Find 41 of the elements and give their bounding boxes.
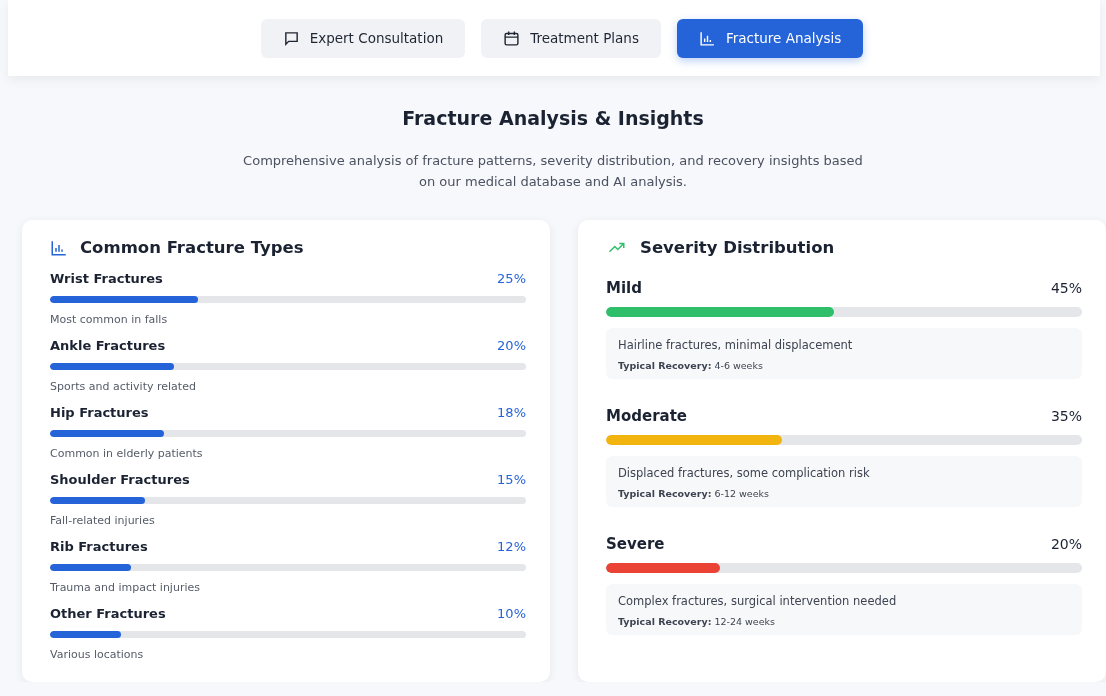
calendar-icon bbox=[503, 29, 521, 47]
fracture-note: Sports and activity related bbox=[50, 380, 197, 393]
page-title: Fracture Analysis & Insights bbox=[402, 107, 704, 129]
percentage: 45% bbox=[1050, 280, 1082, 296]
severity-description: Hairline fractures, minimal displacement bbox=[618, 338, 854, 352]
card-title: Severity Distribution bbox=[640, 238, 835, 257]
percentage: 20% bbox=[1050, 536, 1082, 552]
percentage: 12% bbox=[497, 539, 526, 554]
fracture-note: Fall-related injuries bbox=[50, 514, 156, 527]
recovery-time: Typical Recovery: 12-24 weeks bbox=[618, 616, 776, 627]
tab[interactable]: Expert Consultation bbox=[260, 18, 466, 58]
percentage: 10% bbox=[497, 606, 526, 621]
severity-description: Displaced fractures, some complication risk bbox=[618, 466, 871, 480]
bar-chart-icon bbox=[50, 238, 68, 257]
bar-chart-icon bbox=[698, 29, 716, 47]
tab[interactable]: Fracture Analysis bbox=[676, 18, 864, 58]
tab[interactable]: Treatment Plans bbox=[481, 18, 661, 58]
fracture-note: Trauma and impact injuries bbox=[50, 581, 201, 594]
percentage: 25% bbox=[497, 271, 526, 286]
fracture-note: Common in elderly patients bbox=[50, 447, 204, 460]
percentage: 18% bbox=[497, 405, 526, 420]
fracture-name: Wrist Fractures bbox=[50, 271, 163, 286]
message-icon bbox=[282, 29, 300, 47]
fracture-name: Shoulder Fractures bbox=[50, 472, 190, 487]
percentage: 15% bbox=[497, 472, 526, 487]
severity-name: Mild bbox=[606, 279, 642, 297]
fracture-note: Most common in falls bbox=[50, 313, 169, 326]
percentage: 35% bbox=[1050, 408, 1082, 424]
fracture-name: Rib Fractures bbox=[50, 539, 148, 554]
card-title: Common Fracture Types bbox=[80, 238, 304, 257]
fracture-name: Other Fractures bbox=[50, 606, 166, 621]
fracture-name: Hip Fractures bbox=[50, 405, 149, 420]
recovery-time: Typical Recovery: 6-12 weeks bbox=[618, 488, 770, 499]
severity-name: Moderate bbox=[606, 407, 687, 425]
recovery-time: Typical Recovery: 4-6 weeks bbox=[618, 360, 764, 371]
page-description: Comprehensive analysis of fracture patterns, severity distribution, and recovery insights based on our medical database and AI analysis. bbox=[242, 152, 864, 191]
severity-name: Severe bbox=[606, 535, 665, 553]
severity-description: Complex fractures, surgical intervention needed bbox=[618, 594, 898, 608]
fracture-note: Various locations bbox=[50, 648, 145, 661]
fracture-name: Ankle Fractures bbox=[50, 338, 166, 353]
percentage: 20% bbox=[497, 338, 526, 353]
